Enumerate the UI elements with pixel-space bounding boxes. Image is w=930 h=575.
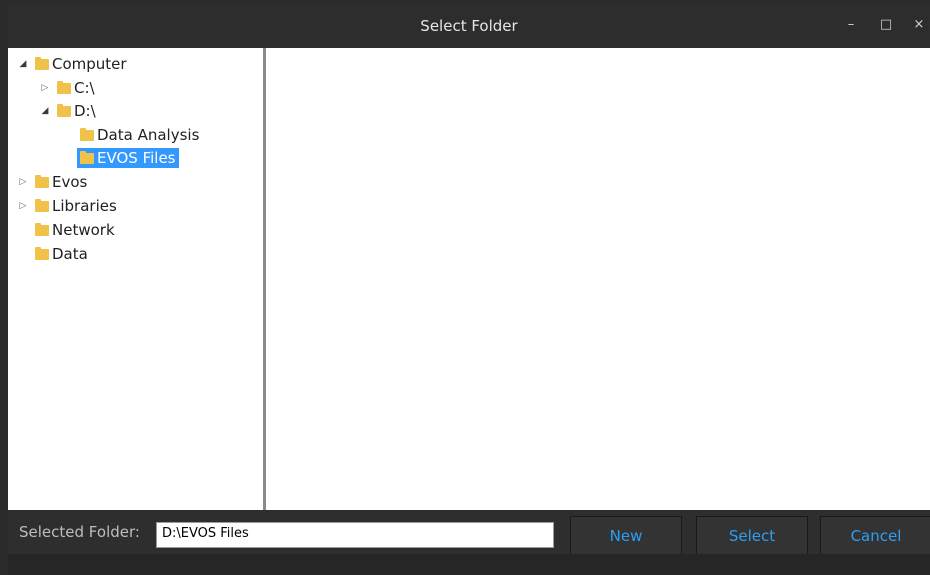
selection-highlight: EVOS Files [77, 148, 179, 168]
tree-item-label: D:\ [74, 102, 96, 120]
tree-item-evos[interactable]: ▷ Evos [17, 172, 88, 192]
select-button[interactable]: Select [696, 516, 808, 556]
status-bar [8, 554, 930, 575]
tree-item-label: C:\ [74, 79, 95, 97]
minimize-button[interactable]: – [842, 16, 860, 34]
expander-collapsed-icon[interactable]: ▷ [17, 200, 29, 212]
dialog-title: Select Folder [420, 17, 518, 35]
tree-item-evos-files[interactable]: EVOS Files [77, 148, 179, 168]
tree-item-c-drive[interactable]: ▷ C:\ [39, 78, 95, 98]
folder-icon [57, 80, 71, 94]
tree-item-data[interactable]: Data [35, 244, 88, 264]
close-button[interactable]: × [910, 16, 928, 34]
folder-icon [57, 103, 71, 117]
expander-open-icon[interactable]: ◢ [17, 58, 29, 70]
folder-contents-pane[interactable] [266, 48, 930, 510]
title-bar: Select Folder – □ × [8, 4, 930, 48]
footer-bar: Selected Folder: D:\EVOS Files New Selec… [8, 510, 930, 556]
tree-item-label: Data [52, 245, 88, 263]
select-folder-dialog: Select Folder – □ × ◢ Computer ▷ C:\ ◢ D… [8, 4, 930, 575]
tree-item-d-drive[interactable]: ◢ D:\ [39, 101, 96, 121]
folder-icon [35, 222, 49, 236]
expander-collapsed-icon[interactable]: ▷ [17, 176, 29, 188]
expander-open-icon[interactable]: ◢ [39, 105, 51, 117]
tree-item-label: EVOS Files [97, 149, 176, 167]
folder-icon [35, 56, 49, 70]
tree-item-data-analysis[interactable]: Data Analysis [80, 125, 199, 145]
tree-item-computer[interactable]: ◢ Computer [17, 54, 127, 74]
maximize-button[interactable]: □ [877, 16, 895, 34]
tree-item-network[interactable]: Network [35, 220, 115, 240]
folder-icon [35, 198, 49, 212]
dialog-body: ◢ Computer ▷ C:\ ◢ D:\ Data Analysis EVO… [8, 48, 930, 510]
tree-item-label: Computer [52, 55, 127, 73]
tree-item-label: Evos [52, 173, 88, 191]
folder-icon [80, 127, 94, 141]
expander-collapsed-icon[interactable]: ▷ [39, 82, 51, 94]
tree-item-label: Data Analysis [97, 126, 200, 144]
folder-icon [35, 246, 49, 260]
tree-item-label: Network [52, 221, 115, 239]
new-button[interactable]: New [570, 516, 682, 556]
folder-tree[interactable]: ◢ Computer ▷ C:\ ◢ D:\ Data Analysis EVO… [8, 48, 263, 510]
cancel-button[interactable]: Cancel [820, 516, 930, 556]
tree-item-libraries[interactable]: ▷ Libraries [17, 196, 117, 216]
folder-icon [80, 150, 94, 164]
selected-folder-field[interactable]: D:\EVOS Files [156, 522, 554, 548]
tree-item-label: Libraries [52, 197, 117, 215]
folder-icon [35, 174, 49, 188]
selected-folder-label: Selected Folder: [19, 523, 140, 541]
